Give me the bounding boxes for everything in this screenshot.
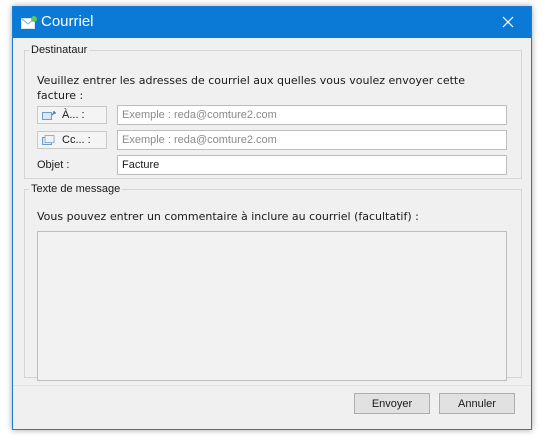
message-instructions: Vous pouvez entrer un commentaire à incl… xyxy=(37,210,419,223)
to-button-label: À... : xyxy=(62,109,85,121)
message-legend: Texte de message xyxy=(31,183,121,195)
close-button[interactable] xyxy=(485,7,531,38)
title-bar[interactable]: Courriel xyxy=(13,7,531,38)
recipient-group: Destinataur Veuillez entrer les adresses… xyxy=(24,44,522,179)
close-icon xyxy=(502,13,514,32)
recipient-instructions: Veuillez entrer les adresses de courriel… xyxy=(37,74,466,102)
send-button[interactable]: Envoyer xyxy=(354,393,430,414)
cc-button[interactable]: Cc... : xyxy=(37,131,107,149)
cc-button-label: Cc... : xyxy=(62,134,91,146)
subject-label: Objet : xyxy=(37,159,70,171)
address-book-to-icon xyxy=(42,109,56,121)
cancel-button[interactable]: Annuler xyxy=(439,393,515,414)
window-title: Courriel xyxy=(41,13,94,30)
to-button[interactable]: À... : xyxy=(37,106,107,124)
email-icon xyxy=(21,15,37,29)
subject-field[interactable] xyxy=(117,155,507,175)
email-dialog: Courriel Destinataur Veuillez entrer les… xyxy=(12,6,532,430)
cc-field[interactable] xyxy=(117,130,507,150)
recipient-legend: Destinataur xyxy=(31,44,88,56)
footer-divider xyxy=(13,385,531,386)
to-field[interactable] xyxy=(117,105,507,125)
message-textarea[interactable] xyxy=(37,231,507,381)
address-book-cc-icon xyxy=(42,134,56,146)
message-group: Texte de message Vous pouvez entrer un c… xyxy=(24,183,522,381)
